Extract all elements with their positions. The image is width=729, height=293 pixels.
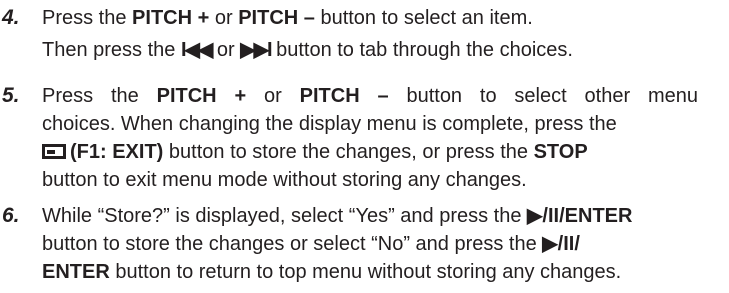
stop-button-label: STOP [533, 141, 588, 163]
step-text-line: choices. When changing the display menu … [42, 113, 617, 135]
step-text-line: ENTER button to return to top menu witho… [42, 261, 622, 283]
pitch-plus-button-label: PITCH + [156, 85, 247, 107]
step-text-line: (F1: EXIT) button to store the changes, … [42, 140, 588, 164]
step-text-line: While “Store?” is displayed, select “Yes… [42, 205, 633, 227]
skip-forward-icon: ▶▶I [240, 39, 272, 61]
step-text-line: button to exit menu mode without storing… [42, 169, 527, 191]
pitch-minus-button-label: PITCH – [299, 85, 389, 107]
f1-exit-button-label: (F1: EXIT) [70, 141, 164, 163]
step-text-line: Press the PITCH + or PITCH – button to s… [42, 7, 533, 29]
step-number: 5. [2, 84, 20, 107]
pitch-minus-button-label: PITCH – [238, 7, 315, 29]
play-pause-button-label: ▶/II/ [542, 233, 580, 255]
play-pause-enter-button-label: ▶/II/ENTER [527, 205, 633, 227]
step-text-line: Press the PITCH + or PITCH – button to s… [42, 85, 698, 107]
skip-back-icon: I◀◀ [180, 39, 213, 61]
pitch-plus-button-label: PITCH + [132, 7, 210, 29]
display-icon [42, 144, 66, 159]
enter-button-label: ENTER [42, 261, 110, 283]
step-text-line: button to store the changes or select “N… [42, 233, 580, 255]
step-number: 6. [2, 204, 20, 227]
step-text-line: Then press the I◀◀ or ▶▶I button to tab … [42, 39, 573, 61]
step-number: 4. [2, 6, 20, 29]
